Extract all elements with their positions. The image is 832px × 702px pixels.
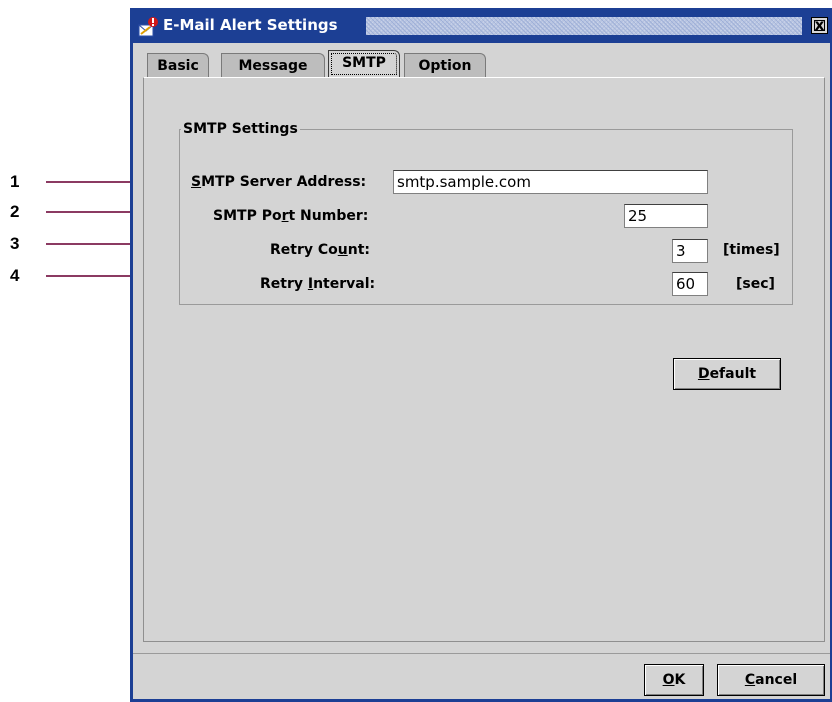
tab-option[interactable]: Option	[404, 53, 486, 77]
window-title: E-Mail Alert Settings	[163, 16, 338, 34]
tab-message[interactable]: Message	[221, 53, 325, 77]
mnemonic: D	[697, 366, 710, 382]
label-text: nt:	[347, 242, 370, 258]
smtp-port-number-input[interactable]: 25	[624, 204, 708, 228]
mnemonic: O	[662, 672, 675, 688]
group-title: SMTP Settings	[181, 119, 300, 139]
label-text: nterval:	[313, 276, 376, 292]
retry-count-input[interactable]: 3	[672, 239, 708, 263]
tab-smtp[interactable]: SMTP	[328, 50, 400, 78]
tab-basic[interactable]: Basic	[147, 53, 209, 77]
cancel-button[interactable]: Cancel	[717, 664, 825, 696]
retry-interval-unit: [sec]	[736, 276, 775, 292]
retry-count-label: Retry Count:	[270, 240, 370, 260]
mail-alert-icon	[138, 17, 158, 37]
title-bar[interactable]: E-Mail Alert Settings x	[130, 8, 832, 43]
close-button[interactable]: x	[811, 16, 828, 34]
mnemonic: S	[191, 174, 202, 190]
retry-count-unit: [times]	[723, 242, 780, 258]
footer-divider	[133, 653, 830, 654]
callout-number: 2	[10, 202, 20, 221]
callout-number: 1	[10, 172, 20, 191]
mnemonic: u	[337, 242, 348, 258]
default-button[interactable]: Default	[673, 358, 781, 390]
label-text: Retry	[260, 276, 308, 292]
label-text: MTP Server Address:	[201, 174, 367, 190]
retry-interval-label: Retry Interval:	[260, 274, 375, 294]
close-icon: x	[814, 16, 825, 34]
button-label: K	[674, 672, 686, 688]
button-label: efault	[709, 366, 757, 382]
smtp-server-address-label: SMTP Server Address:	[191, 172, 366, 192]
smtp-server-address-input[interactable]: smtp.sample.com	[393, 170, 708, 194]
callout-number: 4	[10, 266, 20, 285]
label-text: SMTP Po	[213, 208, 282, 224]
label-text: Retry Co	[270, 242, 338, 258]
button-label: ancel	[755, 672, 798, 688]
dialog-content: Basic Message SMTP Option SMTP Settings …	[133, 43, 830, 699]
retry-interval-input[interactable]: 60	[672, 272, 708, 296]
callout-number: 3	[10, 234, 20, 253]
smtp-port-number-label: SMTP Port Number:	[213, 206, 368, 226]
email-alert-settings-window: E-Mail Alert Settings x Basic Message SM…	[130, 8, 832, 702]
label-text: t Number:	[288, 208, 369, 224]
ok-button[interactable]: OK	[644, 664, 704, 696]
title-bar-pattern	[366, 17, 802, 35]
mnemonic: C	[744, 672, 756, 688]
